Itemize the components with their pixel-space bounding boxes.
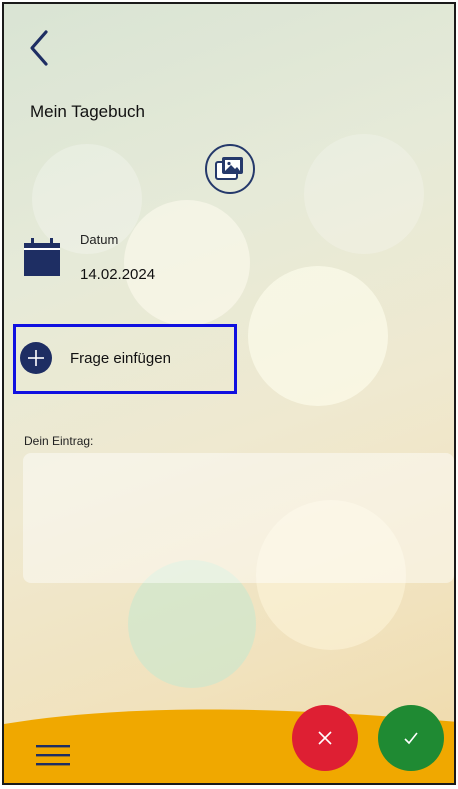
add-question-button[interactable]: Frage einfügen <box>20 342 171 374</box>
entry-label: Dein Eintrag: <box>24 434 94 448</box>
photo-gallery-icon <box>215 157 243 180</box>
background-bokeh <box>248 266 388 406</box>
page-title: Mein Tagebuch <box>30 102 145 121</box>
plus-circle-icon <box>20 342 52 374</box>
hamburger-menu-icon <box>36 745 70 766</box>
entry-textarea[interactable] <box>23 453 454 583</box>
chevron-left-icon <box>30 30 48 66</box>
date-label: Datum <box>80 232 119 247</box>
background-bokeh <box>304 134 424 254</box>
background-bokeh <box>124 200 250 326</box>
check-icon <box>404 732 418 745</box>
date-value[interactable]: 14.02.2024 <box>80 266 155 283</box>
close-icon <box>318 731 332 745</box>
diary-screen: Mein Tagebuch Datum 14.02.2024 Frage ein… <box>2 2 456 785</box>
cancel-button[interactable] <box>292 705 358 771</box>
menu-button[interactable] <box>36 742 70 770</box>
add-question-label: Frage einfügen <box>70 349 171 367</box>
back-button[interactable] <box>20 24 60 72</box>
calendar-icon <box>24 238 60 276</box>
confirm-button[interactable] <box>378 705 444 771</box>
add-image-button[interactable] <box>205 144 255 194</box>
